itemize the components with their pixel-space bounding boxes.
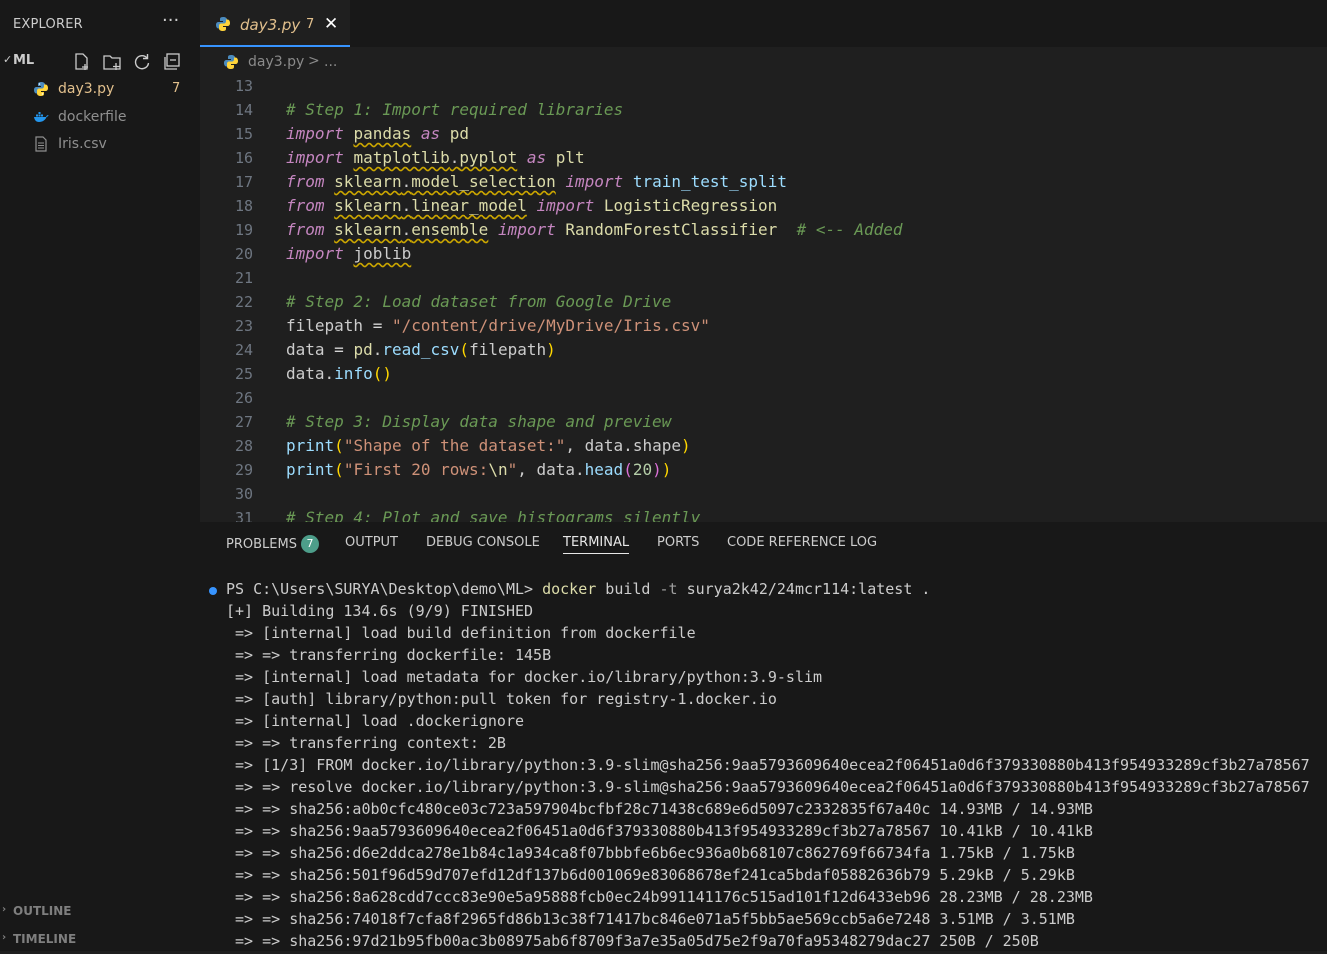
line-number: 30 xyxy=(234,485,253,503)
terminal-line: => => resolve docker.io/library/python:3… xyxy=(226,778,1310,796)
close-icon[interactable]: ✕ xyxy=(324,14,338,34)
line-number: 26 xyxy=(234,389,253,407)
line-number: 13 xyxy=(234,77,253,95)
folder-ml[interactable]: ✓ ML xyxy=(0,52,200,72)
line-number: 16 xyxy=(234,149,253,167)
docker-icon xyxy=(34,112,49,122)
new-file-icon[interactable] xyxy=(72,52,92,72)
file-name: day3.py xyxy=(58,81,115,97)
tab-day3[interactable]: day3.py 7 ✕ xyxy=(200,0,350,47)
code-line: import matplotlib.pyplot as plt xyxy=(286,148,585,167)
code-line: # Step 3: Display data shape and preview xyxy=(286,412,672,431)
code-line: from sklearn.linear_model import Logisti… xyxy=(286,196,778,215)
editor-tab-bar: day3.py 7 ✕ xyxy=(200,0,1327,47)
python-icon xyxy=(224,55,238,69)
problems-count-badge: 7 xyxy=(300,535,319,553)
tab-label: day3.py xyxy=(240,16,301,34)
line-number: 25 xyxy=(234,365,253,383)
tab-code-reference-log[interactable]: CODE REFERENCE LOG xyxy=(727,535,877,550)
tab-debug-console[interactable]: DEBUG CONSOLE xyxy=(426,535,540,550)
line-number: 29 xyxy=(234,461,253,479)
breadcrumb: day3.py > ... xyxy=(200,47,1327,75)
file-item-dockerfile[interactable]: dockerfile xyxy=(0,107,200,129)
line-number: 20 xyxy=(234,245,253,263)
breadcrumb-symbols[interactable]: ... xyxy=(324,54,337,70)
code-line: # Step 1: Import required libraries xyxy=(286,100,624,119)
chevron-right-icon: › xyxy=(2,904,7,915)
terminal-line: => => transferring dockerfile: 145B xyxy=(226,646,552,664)
terminal-line: => [internal] load metadata for docker.i… xyxy=(226,668,823,686)
line-number: 24 xyxy=(234,341,253,359)
csv-file-icon xyxy=(35,136,47,152)
line-number: 17 xyxy=(234,173,253,191)
collapse-all-icon[interactable] xyxy=(162,52,182,72)
command-status-dot[interactable] xyxy=(209,587,217,595)
line-number: 22 xyxy=(234,293,253,311)
terminal-prompt-line: PS C:\Users\SURYA\Desktop\demo\ML> docke… xyxy=(226,580,931,598)
bottom-panel: PROBLEMS 7 OUTPUT DEBUG CONSOLE TERMINAL … xyxy=(200,522,1327,951)
terminal-line: => => sha256:501f96d59d707efd12df137b6d0… xyxy=(226,866,1075,884)
code-line: from sklearn.model_selection import trai… xyxy=(286,172,787,191)
line-number: 15 xyxy=(234,125,253,143)
python-icon xyxy=(34,82,48,96)
breadcrumb-file[interactable]: day3.py xyxy=(248,54,304,70)
folder-name: ML xyxy=(13,53,35,68)
code-line: data.info() xyxy=(286,364,392,383)
terminal-line: => [internal] load build definition from… xyxy=(226,624,696,642)
tab-output[interactable]: OUTPUT xyxy=(345,535,398,550)
terminal-line: [+] Building 134.6s (9/9) FINISHED xyxy=(226,602,534,620)
terminal-line: => [auth] library/python:pull token for … xyxy=(226,690,777,708)
code-line: from sklearn.ensemble import RandomFores… xyxy=(286,220,903,239)
file-item-iris-csv[interactable]: Iris.csv xyxy=(0,134,200,156)
terminal-line: => [1/3] FROM docker.io/library/python:3… xyxy=(226,756,1310,774)
file-name: Iris.csv xyxy=(58,136,107,152)
terminal-line: => => sha256:74018f7cfa8f2965fd86b13c38f… xyxy=(226,910,1075,928)
terminal-line: => => sha256:8a628cdd7ccc83e90e5a95888fc… xyxy=(226,888,1093,906)
python-icon xyxy=(216,17,230,31)
new-folder-icon[interactable] xyxy=(102,52,122,72)
refresh-icon[interactable] xyxy=(132,52,152,72)
code-editor[interactable]: 13 14 # Step 1: Import required libraries… xyxy=(200,75,1327,522)
code-line: # Step 2: Load dataset from Google Drive xyxy=(286,292,672,311)
terminal-line: => => transferring context: 2B xyxy=(226,734,506,752)
chevron-right-icon: > xyxy=(308,53,320,69)
tab-problems[interactable]: PROBLEMS 7 xyxy=(226,535,319,553)
file-name: dockerfile xyxy=(58,109,127,125)
terminal-line: => => sha256:a0b0cfc480ce03c723a597904bc… xyxy=(226,800,1093,818)
chevron-down-icon: ✓ xyxy=(3,53,13,66)
code-line: print("Shape of the dataset:", data.shap… xyxy=(286,436,691,455)
chevron-right-icon: › xyxy=(2,932,7,943)
line-number: 23 xyxy=(234,317,253,335)
line-number: 21 xyxy=(234,269,253,287)
tab-problem-badge: 7 xyxy=(306,17,315,32)
tab-ports[interactable]: PORTS xyxy=(657,535,699,550)
problem-count-badge: 7 xyxy=(172,81,181,96)
code-line: import pandas as pd xyxy=(286,124,470,143)
line-number: 19 xyxy=(234,221,253,239)
line-number: 27 xyxy=(234,413,253,431)
line-number: 31 xyxy=(234,509,253,522)
code-line: filepath = "/content/drive/MyDrive/Iris.… xyxy=(286,316,710,335)
file-item-day3[interactable]: day3.py 7 xyxy=(0,79,200,101)
code-line: # Step 4: Plot and save histograms silen… xyxy=(286,508,701,522)
more-actions-icon[interactable]: ··· xyxy=(162,10,179,31)
explorer-title: EXPLORER xyxy=(13,17,83,32)
explorer-sidebar: EXPLORER ··· ✓ ML day3.py 7 dockerfile I… xyxy=(0,0,200,951)
terminal-line: => [internal] load .dockerignore xyxy=(226,712,525,730)
tab-terminal[interactable]: TERMINAL xyxy=(563,535,630,554)
code-line: print("First 20 rows:\n", data.head(20)) xyxy=(286,460,672,479)
code-line: import joblib xyxy=(286,244,412,263)
terminal-line: => => sha256:d6e2ddca278e1b84c1a934ca8f0… xyxy=(226,844,1075,862)
line-number: 14 xyxy=(234,101,253,119)
terminal-line: => => sha256:9aa5793609640ecea2f06451a0d… xyxy=(226,822,1093,840)
line-number: 28 xyxy=(234,437,253,455)
line-number: 18 xyxy=(234,197,253,215)
code-line: data = pd.read_csv(filepath) xyxy=(286,340,556,359)
